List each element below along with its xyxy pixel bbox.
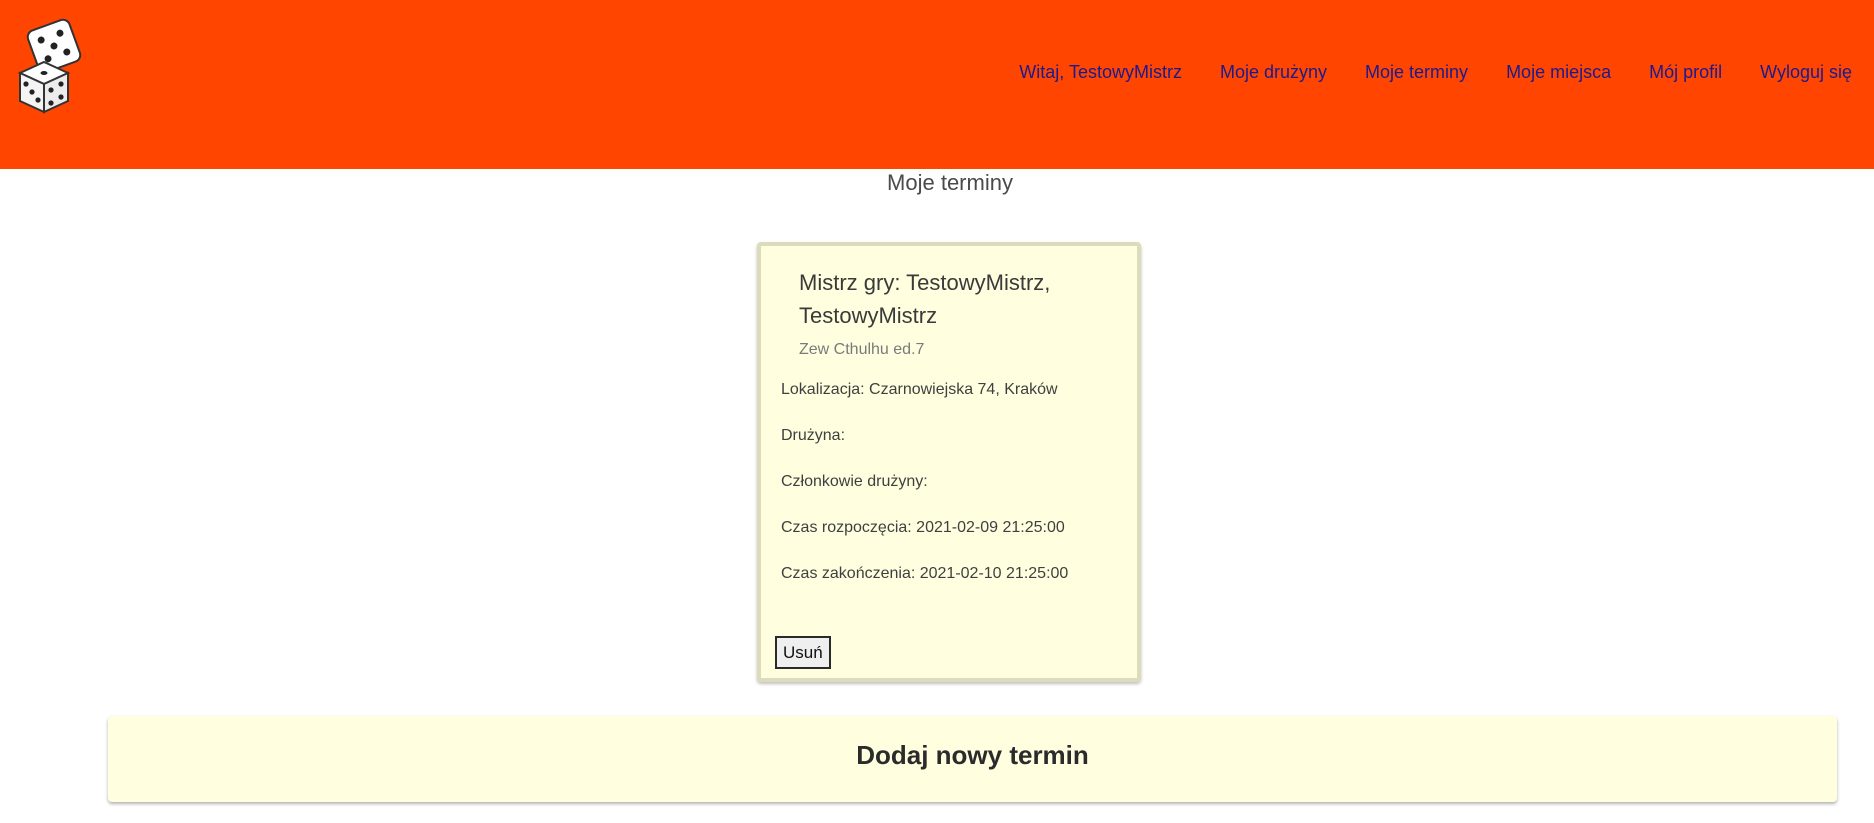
main-nav: Witaj, TestowyMistrz Moje drużyny Moje t… [1019, 62, 1852, 83]
session-card: Mistrz gry: TestowyMistrz, TestowyMistrz… [757, 242, 1141, 682]
team-members-text: Członkowie drużyny: [781, 473, 928, 490]
add-new-date-section[interactable]: Dodaj nowy termin [108, 716, 1837, 802]
page-title: Moje terminy [887, 170, 1013, 195]
dice-icon[interactable] [14, 18, 96, 114]
nav-my-dates[interactable]: Moje terminy [1365, 62, 1468, 83]
team-text: Drużyna: [781, 427, 846, 444]
start-time-text: Czas rozpoczęcia: 2021-02-09 21:25:00 [781, 519, 1065, 536]
end-time-text: Czas zakończenia: 2021-02-10 21:25:00 [781, 565, 1069, 582]
nav-welcome-user[interactable]: Witaj, TestowyMistrz [1019, 62, 1182, 83]
delete-button[interactable]: Usuń [775, 636, 831, 669]
location-text: Lokalizacja: Czarnowiejska 74, Kraków [781, 381, 1058, 398]
nav-logout[interactable]: Wyloguj się [1760, 62, 1852, 83]
site-header: Witaj, TestowyMistrz Moje drużyny Moje t… [0, 0, 1874, 169]
nav-my-places[interactable]: Moje miejsca [1506, 62, 1611, 83]
add-new-date-title[interactable]: Dodaj nowy termin [108, 740, 1837, 771]
nav-my-teams[interactable]: Moje drużyny [1220, 62, 1327, 83]
nav-my-profile[interactable]: Mój profil [1649, 62, 1722, 83]
card-title: Mistrz gry: TestowyMistrz, TestowyMistrz [799, 270, 1051, 328]
card-subtitle: Zew Cthulhu ed.7 [799, 341, 925, 358]
